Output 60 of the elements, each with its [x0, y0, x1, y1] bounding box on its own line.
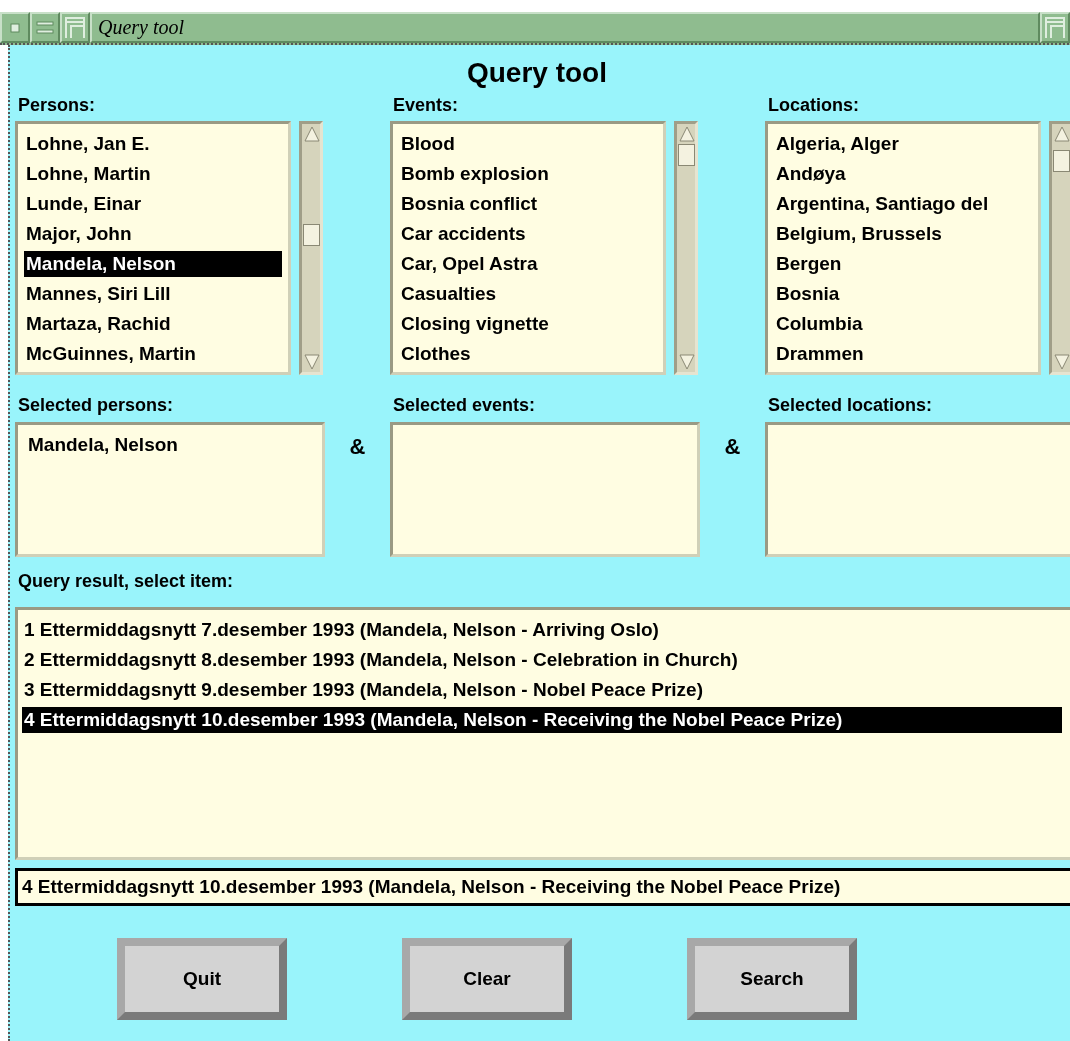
list-item[interactable]: Lohne, Jan E.: [24, 129, 282, 159]
scroll-up-icon[interactable]: [304, 126, 320, 142]
window-menu-icon[interactable]: [10, 22, 20, 33]
list-label: Events:: [392, 95, 460, 117]
list-item[interactable]: Car accidents: [399, 219, 657, 249]
scroll-down-icon[interactable]: [1054, 354, 1070, 370]
window-title: Query tool: [98, 16, 185, 39]
selected-result-field[interactable]: 4 Ettermiddagsnytt 10.desember 1993 (Mandela, Nelson - Receiving the Nobel Peace Prize): [15, 868, 1070, 906]
list-item[interactable]: Car, Opel Astra: [399, 249, 657, 279]
list-item[interactable]: Bosnia conflict: [399, 189, 657, 219]
list-item[interactable]: Belgium, Brussels: [774, 219, 1032, 249]
list-item[interactable]: Columbia: [774, 309, 1032, 339]
scroll-up-icon[interactable]: [1054, 126, 1070, 142]
list-label: Persons:: [17, 95, 97, 117]
scroll-down-icon[interactable]: [304, 354, 320, 370]
result-item[interactable]: 1 Ettermiddagsnytt 7.desember 1993 (Mandela, Nelson - Arriving Oslo): [22, 615, 1062, 645]
list-item[interactable]: McGuinnes, Martin: [24, 339, 282, 369]
list-label: Selected persons:: [17, 395, 175, 417]
results-label: Query result, select item:: [17, 571, 235, 593]
result-item[interactable]: 4 Ettermiddagsnytt 10.desember 1993 (Mandela, Nelson - Receiving the Nobel Peace Prize): [22, 707, 1062, 733]
scrollbar[interactable]: [1049, 121, 1070, 375]
result-item[interactable]: 3 Ettermiddagsnytt 9.desember 1993 (Mandela, Nelson - Nobel Peace Prize): [22, 675, 1062, 705]
list-item[interactable]: Mandela, Nelson: [26, 430, 314, 460]
action-button[interactable]: Clear: [402, 938, 572, 1020]
heading: Query tool: [466, 57, 608, 89]
scroll-up-icon[interactable]: [679, 126, 695, 142]
list-item[interactable]: Bergen: [774, 249, 1032, 279]
list-item[interactable]: Bomb explosion: [399, 159, 657, 189]
list-item[interactable]: Lunde, Einar: [24, 189, 282, 219]
list-item[interactable]: Mandela, Nelson: [24, 251, 282, 277]
and-operator: &: [349, 434, 366, 459]
scrollbar[interactable]: [299, 121, 323, 375]
scroll-thumb[interactable]: [1053, 149, 1070, 172]
list-item[interactable]: Clothes: [399, 339, 657, 369]
list-item[interactable]: Major, John: [24, 219, 282, 249]
list-label: Locations:: [767, 95, 860, 117]
scroll-thumb[interactable]: [678, 144, 695, 166]
list-item[interactable]: Bosnia: [774, 279, 1032, 309]
list-item[interactable]: Closing vignette: [399, 309, 657, 339]
list-item[interactable]: Drammen: [774, 339, 1032, 369]
and-operator: &: [724, 434, 741, 459]
action-button[interactable]: Search: [687, 938, 857, 1020]
list-item[interactable]: Mannes, Siri Lill: [24, 279, 282, 309]
list-item[interactable]: Blood: [399, 129, 657, 159]
list-item[interactable]: Martaza, Rachid: [24, 309, 282, 339]
maximize-icon[interactable]: [1045, 16, 1065, 39]
minimize-icon[interactable]: [36, 18, 54, 37]
maximize-icon[interactable]: [65, 16, 85, 39]
scroll-thumb[interactable]: [303, 223, 320, 246]
result-item[interactable]: 2 Ettermiddagsnytt 8.desember 1993 (Mandela, Nelson - Celebration in Church): [22, 645, 1062, 675]
list-label: Selected locations:: [767, 395, 934, 417]
list-label: Selected events:: [392, 395, 537, 417]
scrollbar[interactable]: [674, 121, 698, 375]
scroll-down-icon[interactable]: [679, 354, 695, 370]
action-button[interactable]: Quit: [117, 938, 287, 1020]
list-item[interactable]: Casualties: [399, 279, 657, 309]
list-item[interactable]: Lohne, Martin: [24, 159, 282, 189]
list-item[interactable]: Algeria, Alger: [774, 129, 1032, 159]
list-item[interactable]: Andøya: [774, 159, 1032, 189]
list-item[interactable]: Argentina, Santiago del: [774, 189, 1032, 219]
